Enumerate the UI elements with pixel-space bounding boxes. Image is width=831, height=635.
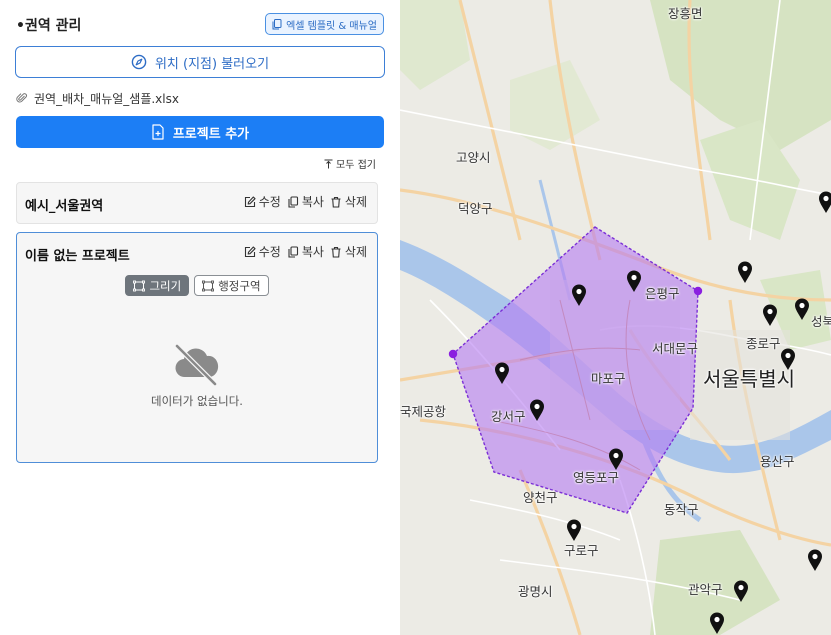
draw-mode-button[interactable]: 그리기: [125, 275, 190, 296]
copy-icon: [288, 195, 298, 208]
add-project-button[interactable]: 프로젝트 추가: [16, 116, 384, 148]
map-label: 서대문구: [652, 341, 699, 356]
collapse-icon: [324, 159, 333, 168]
zone-management-app: •권역 관리 엑셀 템플릿 & 매뉴얼 위치 (지점) 불러오기 권역_배차_매…: [0, 0, 831, 635]
map-pin-icon[interactable]: [626, 270, 642, 293]
map-label: 강서구: [491, 409, 526, 424]
trash-icon: [331, 246, 341, 258]
delete-label: 삭제: [344, 245, 367, 259]
project-actions: 수정 복사 삭제: [244, 193, 367, 210]
project-card-active[interactable]: 이름 없는 프로젝트 수정 복사 삭제 그리기 행정구역 데이터가 없습니다.: [16, 232, 378, 463]
map-label: 은평구: [645, 286, 680, 301]
file-plus-icon: [152, 124, 164, 140]
map-pin-icon[interactable]: [566, 519, 582, 542]
polygon-vertex: [448, 349, 458, 359]
attached-file[interactable]: 권역_배차_매뉴얼_샘플.xlsx: [16, 89, 179, 107]
map-label: 덕양구: [458, 201, 493, 216]
map-pin-icon[interactable]: [794, 298, 810, 321]
delete-button[interactable]: 삭제: [330, 193, 367, 210]
map-label: 양천구: [523, 490, 558, 505]
district-select-icon: [202, 280, 215, 291]
map-view[interactable]: 장흥면 고양시 덕양구 은평구 서대문구 마포구 서울특별시 종로구 성북 국제…: [400, 0, 831, 635]
load-locations-button[interactable]: 위치 (지점) 불러오기: [15, 46, 385, 78]
map-label: 성북: [811, 314, 831, 329]
paperclip-icon: [16, 93, 27, 103]
empty-state: 데이터가 없습니다.: [17, 341, 377, 409]
map-label: 장흥면: [668, 6, 703, 21]
excel-template-manual-button[interactable]: 엑셀 템플릿 & 매뉴얼: [265, 13, 384, 35]
map-pin-icon[interactable]: [494, 362, 510, 385]
map-pin-icon[interactable]: [780, 348, 796, 371]
map-pin-icon[interactable]: [529, 399, 545, 422]
add-project-label: 프로젝트 추가: [172, 126, 250, 142]
delete-label: 삭제: [344, 195, 367, 209]
map-pin-icon[interactable]: [608, 448, 624, 471]
edit-icon: [244, 195, 256, 207]
cloud-off-icon: [175, 344, 219, 386]
copy-label: 복사: [301, 245, 324, 259]
project-name[interactable]: 예시_서울권역: [25, 195, 103, 214]
mode-toggle: 그리기 행정구역: [17, 275, 377, 296]
map-pin-icon[interactable]: [807, 549, 823, 572]
project-actions: 수정 복사 삭제: [244, 243, 367, 260]
panel-header: •권역 관리 엑셀 템플릿 & 매뉴얼: [16, 13, 384, 37]
map-pin-icon[interactable]: [737, 261, 753, 284]
map-label: 용산구: [760, 454, 795, 469]
map-pin-icon[interactable]: [818, 191, 831, 214]
page-title: •권역 관리: [16, 18, 82, 34]
document-copy-icon: [272, 18, 282, 29]
copy-icon: [288, 245, 298, 258]
map-label: 종로구: [746, 336, 781, 351]
edit-label: 수정: [258, 245, 281, 259]
manual-button-label: 엑셀 템플릿 & 매뉴얼: [286, 20, 377, 32]
edit-button[interactable]: 수정: [244, 243, 281, 260]
collapse-all-label: 모두 접기: [336, 160, 376, 171]
map-label: 동작구: [664, 502, 699, 517]
draw-mode-label: 그리기: [149, 278, 182, 293]
district-mode-label: 행정구역: [218, 278, 261, 293]
map-label: 고양시: [456, 150, 491, 165]
collapse-all-button[interactable]: 모두 접기: [324, 156, 376, 171]
edit-icon: [244, 245, 256, 257]
map-pin-icon[interactable]: [709, 612, 725, 635]
project-card[interactable]: 예시_서울권역 수정 복사 삭제: [16, 182, 378, 224]
project-name[interactable]: 이름 없는 프로젝트: [25, 245, 130, 264]
file-name: 권역_배차_매뉴얼_샘플.xlsx: [34, 91, 179, 106]
project-card-header: 이름 없는 프로젝트 수정 복사 삭제: [25, 243, 367, 265]
delete-button[interactable]: 삭제: [330, 243, 367, 260]
project-card-header: 예시_서울권역 수정 복사 삭제: [25, 193, 367, 215]
copy-label: 복사: [301, 195, 324, 209]
map-pin-icon[interactable]: [733, 580, 749, 603]
district-mode-button[interactable]: 행정구역: [194, 275, 269, 296]
zone-panel: •권역 관리 엑셀 템플릿 & 매뉴얼 위치 (지점) 불러오기 권역_배차_매…: [0, 0, 400, 635]
map-label: 광명시: [518, 584, 553, 599]
polygon-draw-icon: [133, 280, 146, 291]
copy-button[interactable]: 복사: [287, 193, 324, 210]
compass-icon: [131, 54, 147, 70]
copy-button[interactable]: 복사: [287, 243, 324, 260]
map-label: 관악구: [688, 582, 723, 597]
map-pin-icon[interactable]: [762, 304, 778, 327]
polygon-vertex: [693, 286, 703, 296]
edit-label: 수정: [258, 195, 281, 209]
map-label: 마포구: [591, 371, 626, 386]
map-pin-icon[interactable]: [571, 284, 587, 307]
map-label: 국제공항: [400, 404, 447, 419]
empty-message: 데이터가 없습니다.: [151, 394, 243, 408]
edit-button[interactable]: 수정: [244, 193, 281, 210]
map-label: 구로구: [564, 543, 599, 558]
load-button-label: 위치 (지점) 불러오기: [154, 56, 270, 72]
trash-icon: [331, 196, 341, 208]
